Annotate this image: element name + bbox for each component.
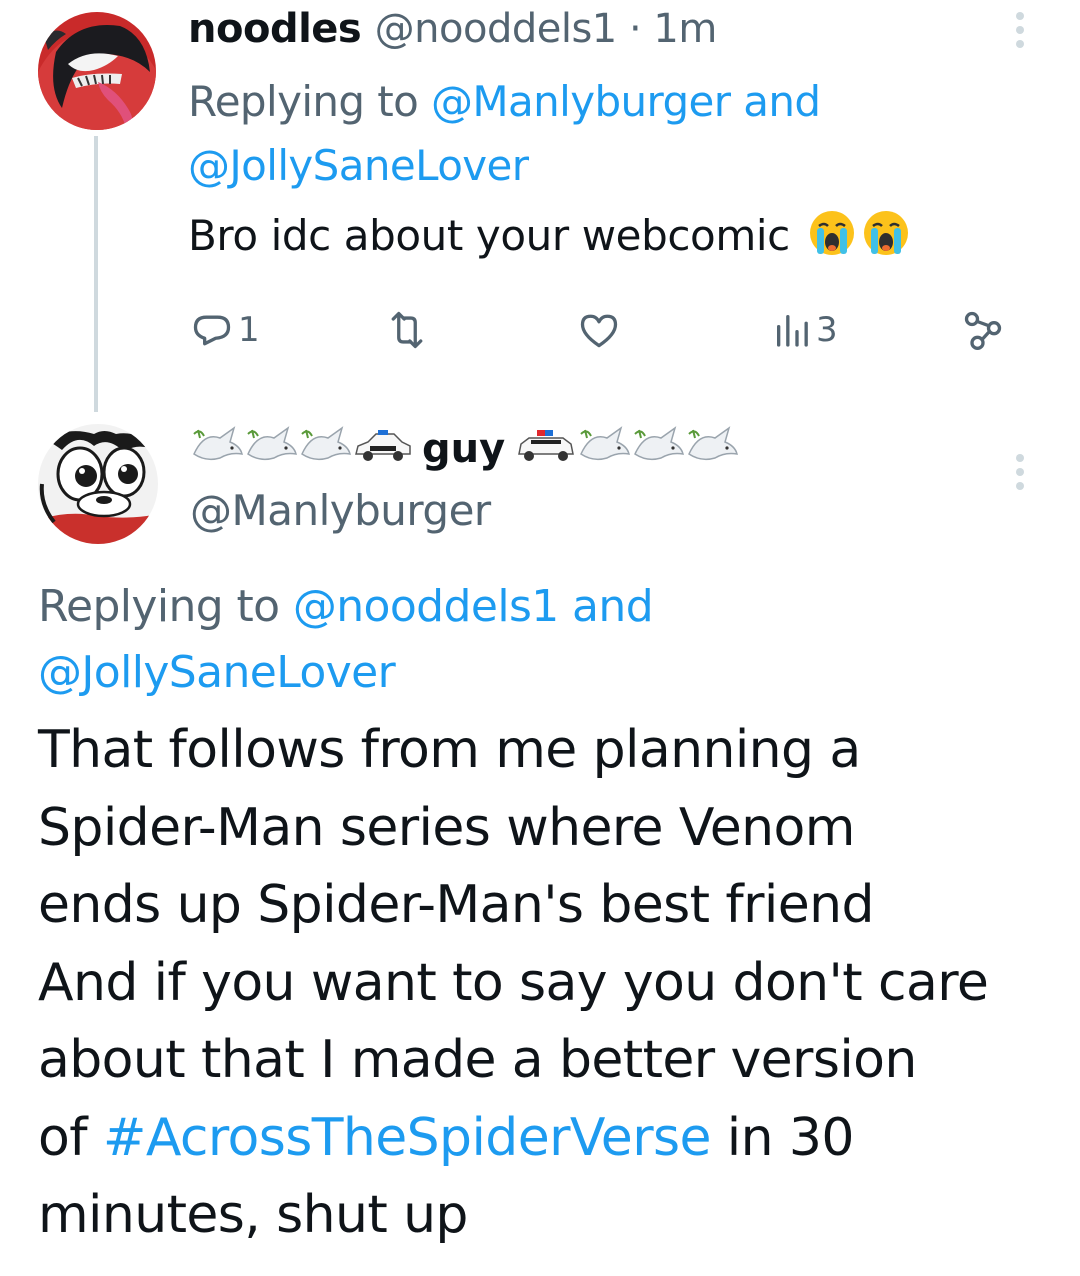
tweet-text-fragment: of [38,1107,103,1168]
tweet-text-line: ends up Spider-Man's best friend [38,875,874,935]
replying-prefix: Replying to [38,581,293,632]
loudly-crying-face-icon [807,208,857,268]
display-name[interactable]: noodles [188,6,362,52]
replying-to: Replying to @Manlyburger and @JollySaneL… [188,70,948,198]
tweet-text: Bro idc about your webcomic [188,208,911,268]
separator: · [616,6,654,52]
share-button[interactable] [960,308,1006,352]
dove-icon [190,424,244,474]
handle[interactable]: @Manlyburger [190,486,491,535]
handle[interactable]: @nooddels1 [375,6,618,52]
dove-icon [577,424,631,474]
police-car-icon [352,424,414,474]
replying-joiner: and [730,77,821,126]
tweet-text-line: And if you want to say you don't care [38,952,989,1013]
dove-icon [244,424,298,474]
dove-icon [685,424,739,474]
replying-to: Replying to @nooddels1 and @JollySaneLov… [38,574,938,706]
mention-link[interactable]: @JollySaneLover [188,141,529,190]
mention-link[interactable]: @JollySaneLover [38,647,396,698]
avatar[interactable] [38,424,158,544]
police-car-icon [515,424,577,474]
analytics-icon [777,315,808,347]
display-name[interactable]: guy [422,426,505,472]
tweet-text-line: That follows from me planning a [38,720,861,780]
tweet-text-fragment: in 30 [710,1107,855,1168]
reply-count: 1 [238,310,260,350]
avatar[interactable] [38,12,156,130]
loudly-crying-face-icon [861,208,911,268]
views-button[interactable]: 3 [772,308,838,352]
dove-icon [298,424,352,474]
tweet-text-line: about that I made a better version [38,1030,917,1090]
heart-icon [580,314,618,348]
mention-link[interactable]: @Manlyburger [431,77,731,126]
tweet-actions: 1 3 [188,300,1018,360]
share-icon [964,311,1002,350]
replying-joiner: and [558,581,654,632]
views-count: 3 [816,310,838,350]
tweet-text-content: Bro idc about your webcomic [188,211,790,260]
tweet-header: guy [190,424,739,474]
retweet-button[interactable] [384,308,430,352]
dove-icon [631,424,685,474]
retweet-icon [391,311,423,349]
tweet-text-line: minutes, shut up [38,1185,468,1245]
tweet-text: That follows from me planning a Spider-M… [38,712,1048,1255]
thread-line [94,136,98,412]
hashtag-link[interactable]: #AcrossTheSpiderVerse [103,1108,712,1168]
more-options-icon[interactable] [1012,452,1028,492]
like-button[interactable] [576,308,622,352]
tweet-header: noodles @nooddels1 · 1m [188,6,717,52]
timestamp[interactable]: 1m [653,6,717,52]
tweet-text-line: Spider-Man series where Venom [38,797,855,858]
mention-link[interactable]: @nooddels1 [293,581,559,632]
tweet-text-line-with-hashtag: of #AcrossTheSpiderVerse in 30 [38,1100,1048,1178]
replying-prefix: Replying to [188,77,431,126]
more-options-icon[interactable] [1012,10,1028,50]
reply-button[interactable]: 1 [190,308,260,352]
reply-icon [193,315,231,346]
